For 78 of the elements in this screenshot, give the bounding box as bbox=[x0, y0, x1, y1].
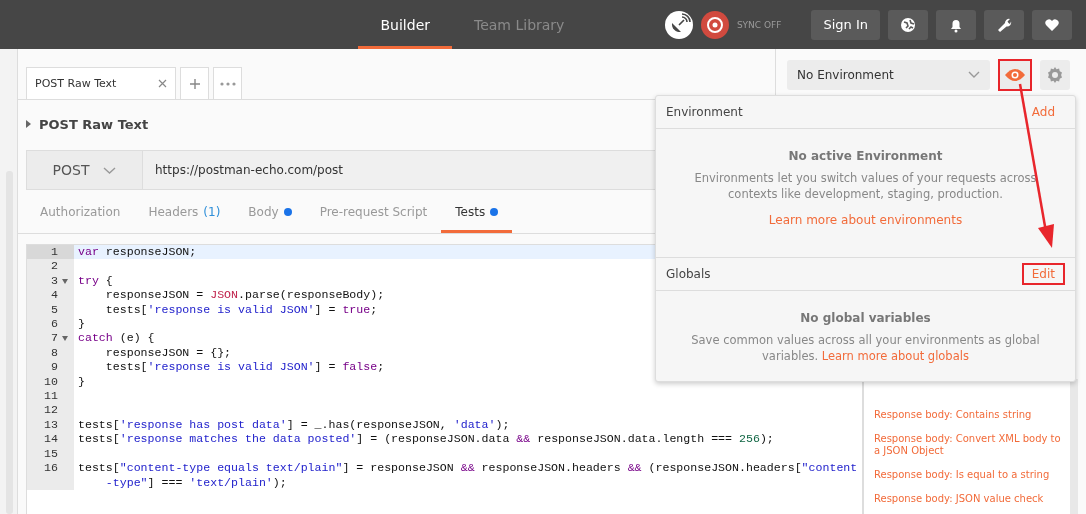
snippet-link[interactable]: Response body: Contains string bbox=[874, 409, 1062, 421]
request-section-tab[interactable]: Tests bbox=[441, 190, 513, 233]
line-number: 11 bbox=[44, 389, 58, 404]
favorite-button[interactable] bbox=[1032, 9, 1072, 40]
line-number: 1 bbox=[51, 245, 58, 260]
line-number: 15 bbox=[44, 446, 58, 462]
close-icon[interactable] bbox=[158, 79, 167, 88]
empty-description: Save common values across all your environments as global variables. Learn more about globals bbox=[690, 332, 1041, 364]
code-line: tests['response is valid JSON'] = false; bbox=[104, 360, 385, 375]
code-line: responseJSON = {}; bbox=[104, 345, 232, 361]
sign-in-button[interactable]: Sign In bbox=[811, 9, 880, 40]
code-line: } bbox=[78, 374, 85, 390]
code-line: var responseJSON; bbox=[78, 245, 197, 260]
code-line: -type"] === 'text/plain'); bbox=[104, 475, 288, 490]
scrollbar[interactable] bbox=[1070, 379, 1078, 514]
wrench-icon bbox=[996, 16, 1012, 33]
fold-arrow-icon[interactable] bbox=[61, 336, 68, 342]
eye-icon bbox=[1005, 68, 1025, 81]
learn-more-link[interactable]: Learn more about globals bbox=[821, 349, 969, 363]
request-section-tab[interactable]: Headers (1) bbox=[134, 190, 235, 233]
fold-arrow-icon[interactable] bbox=[61, 278, 68, 284]
expand-arrow-icon[interactable] bbox=[26, 120, 31, 128]
gear-icon bbox=[1046, 65, 1064, 84]
tab-title: POST Raw Text bbox=[35, 77, 117, 90]
snippet-link[interactable]: Response body: Is equal to a string bbox=[874, 469, 1062, 481]
line-number: 6 bbox=[51, 317, 58, 332]
snippet-link[interactable]: Response body: Convert XML body to a JSON Object bbox=[874, 433, 1062, 457]
learn-more-link[interactable]: Learn more about environments bbox=[758, 209, 973, 231]
globe-button[interactable] bbox=[888, 9, 928, 40]
code-line: responseJSON = JSON.parse(responseBody); bbox=[104, 288, 385, 303]
line-number: 14 bbox=[44, 432, 58, 447]
line-number: 8 bbox=[51, 345, 58, 361]
snippet-link[interactable]: Response body: JSON value check bbox=[874, 493, 1062, 505]
environment-select[interactable]: No Environment bbox=[787, 59, 990, 90]
code-line: tests['response is valid JSON'] = true; bbox=[104, 302, 378, 318]
section-title: Globals bbox=[666, 267, 711, 281]
line-number: 13 bbox=[44, 417, 58, 433]
modified-dot bbox=[283, 207, 292, 216]
line-number: 5 bbox=[51, 302, 58, 318]
line-number: 12 bbox=[44, 403, 58, 418]
line-number: 10 bbox=[44, 374, 58, 390]
code-line: } bbox=[78, 317, 85, 332]
add-link[interactable]: Add bbox=[1021, 101, 1065, 123]
quick-look-button[interactable] bbox=[998, 58, 1032, 91]
code-line: tests['response has post data'] = _.has(responseJSON, 'data'); bbox=[78, 417, 510, 433]
more-icon bbox=[219, 81, 236, 86]
sync-status: SYNC OFF bbox=[736, 19, 782, 30]
nav-tab[interactable]: Team Library bbox=[452, 0, 587, 49]
section-title: Environment bbox=[666, 105, 743, 119]
request-tab[interactable]: POST Raw Text bbox=[26, 67, 176, 99]
line-number: 9 bbox=[51, 360, 58, 375]
edit-link[interactable]: Edit bbox=[1021, 263, 1065, 285]
request-section-tab[interactable]: Body bbox=[234, 190, 306, 233]
line-number: 7 bbox=[51, 331, 58, 346]
line-number: 4 bbox=[51, 288, 58, 303]
line-number: 2 bbox=[51, 259, 58, 274]
header-count: (1) bbox=[203, 204, 221, 219]
modified-dot bbox=[490, 207, 499, 216]
request-section-tab[interactable]: Pre-request Script bbox=[305, 190, 442, 233]
nav-tab[interactable]: Builder bbox=[358, 0, 452, 49]
new-tab-button[interactable] bbox=[180, 67, 209, 99]
line-number: 16 bbox=[44, 461, 58, 476]
notifications-button[interactable] bbox=[936, 9, 976, 40]
plus-icon bbox=[189, 78, 200, 89]
line-number: 3 bbox=[51, 273, 58, 289]
code-line: tests["content-type equals text/plain"] = responseJSON && responseJSON.headers && (responseJSON.headers["content bbox=[78, 461, 858, 476]
settings-button[interactable] bbox=[984, 9, 1024, 40]
code-line: catch (e) { bbox=[78, 331, 155, 346]
empty-title: No global variables bbox=[800, 311, 931, 325]
code-line: tests['response matches the data posted'] = (responseJSON.data && responseJSON.data.length === 256); bbox=[78, 432, 774, 447]
satellite-dish-icon[interactable] bbox=[664, 10, 693, 39]
request-name: POST Raw Text bbox=[39, 116, 149, 132]
code-line: try { bbox=[78, 273, 113, 289]
heart-icon bbox=[1044, 16, 1060, 33]
request-section-tab[interactable]: Authorization bbox=[26, 190, 135, 233]
globe-icon bbox=[900, 16, 916, 33]
chevron-down-icon bbox=[968, 71, 980, 78]
sync-icon[interactable] bbox=[700, 10, 729, 39]
